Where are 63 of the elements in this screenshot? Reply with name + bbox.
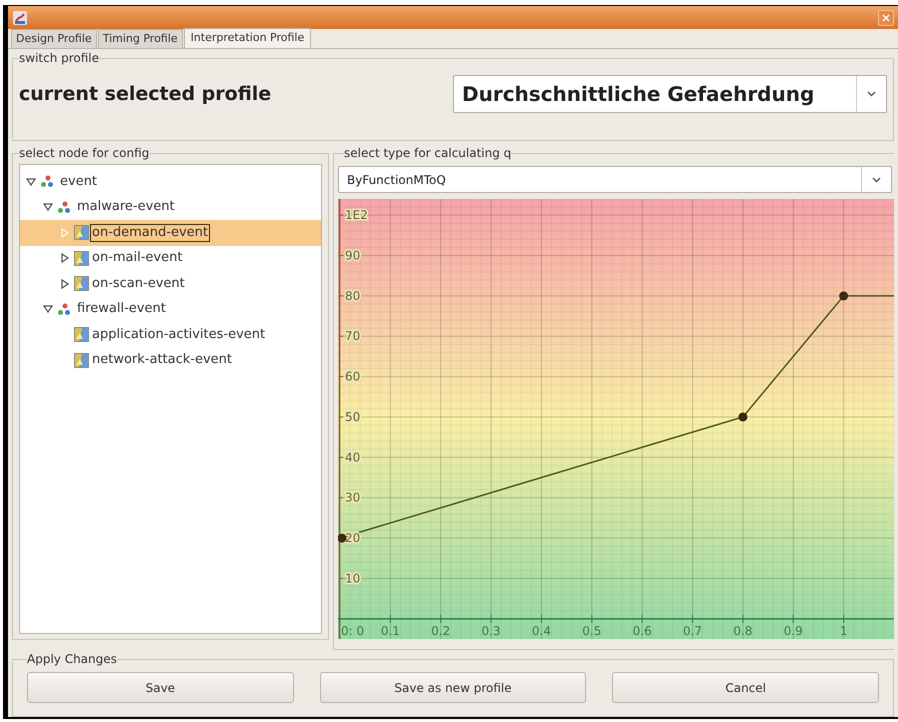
event-node-icon	[74, 276, 89, 292]
collapsed-triangle-icon[interactable]	[60, 278, 70, 289]
tree-item[interactable]: application-activites-event	[20, 322, 321, 348]
event-node-icon	[74, 352, 89, 368]
event-node-icon	[74, 225, 89, 240]
dropdown[interactable]: ByFunctionMToQ	[338, 166, 892, 193]
tick-label: 0.3	[482, 624, 501, 638]
tick-label: 90	[345, 248, 360, 263]
tick-label: 60	[345, 370, 360, 384]
node-group-icon	[57, 200, 71, 214]
tick-label: 20	[345, 531, 360, 546]
close-icon	[882, 14, 890, 22]
group-title: select type for calculating q	[344, 145, 512, 162]
expanded-triangle-icon[interactable]	[26, 176, 36, 187]
chevron-down-icon	[872, 176, 881, 182]
group-title: Apply Changes	[27, 651, 117, 668]
profile-label: current selected profile	[19, 82, 272, 107]
tree-item[interactable]: network-attack-event	[20, 348, 321, 373]
close-button[interactable]	[878, 10, 894, 26]
tab[interactable]: Timing Profile	[98, 29, 183, 48]
app-icon	[12, 10, 28, 26]
action-button[interactable]: Save as new profile	[320, 672, 586, 703]
chevron-down-icon	[867, 91, 876, 97]
tick-label: 0.6	[632, 624, 652, 638]
expanded-triangle-icon[interactable]	[43, 304, 53, 314]
action-button[interactable]: Cancel	[612, 672, 880, 703]
collapsed-triangle-icon[interactable]	[60, 253, 70, 264]
tick-label: 70	[345, 329, 360, 344]
tick-label: 1E2	[345, 208, 368, 222]
event-node-icon	[74, 250, 89, 266]
group-title: select node for config	[19, 145, 150, 162]
action-button[interactable]: Save	[27, 672, 294, 703]
tab[interactable]: Interpretation Profile	[184, 28, 312, 48]
tick-label: 10	[345, 571, 360, 586]
tick-label: 0.4	[532, 624, 551, 638]
tick-label: 50	[345, 410, 360, 424]
group-title: switch profile	[19, 50, 100, 67]
tick-label: 80	[345, 288, 360, 303]
data-point[interactable]	[338, 534, 346, 543]
tab[interactable]: Design Profile	[11, 29, 97, 48]
node-group-icon	[57, 302, 71, 316]
tick-label: 0: 0	[341, 624, 364, 638]
data-point[interactable]	[839, 291, 848, 300]
tree-item[interactable]: firewall-event	[20, 296, 321, 322]
tick-label: 0.1	[380, 624, 400, 638]
tick-label: 1	[840, 624, 848, 638]
tick-label: 30	[345, 490, 360, 505]
event-node-icon	[74, 327, 89, 342]
tree-item[interactable]: on-scan-event	[20, 271, 321, 296]
dropdown[interactable]: Durchschnittliche Gefaehrdung	[453, 75, 887, 113]
tree-item[interactable]: event	[20, 169, 321, 194]
node-group-icon	[40, 175, 54, 188]
tick-label: 0.2	[431, 624, 450, 638]
tick-label: 0.8	[733, 624, 752, 638]
tick-label: 0.9	[784, 624, 803, 638]
tree-item[interactable]: on-demand-event	[20, 220, 321, 246]
expanded-triangle-icon[interactable]	[43, 202, 53, 212]
tree-item[interactable]: on-mail-event	[20, 246, 321, 271]
tick-label: 0.5	[582, 624, 602, 638]
data-point[interactable]	[738, 412, 748, 422]
tick-label: 40	[345, 450, 360, 464]
tree-item[interactable]: malware-event	[20, 194, 321, 220]
tick-label: 0.7	[683, 624, 702, 638]
